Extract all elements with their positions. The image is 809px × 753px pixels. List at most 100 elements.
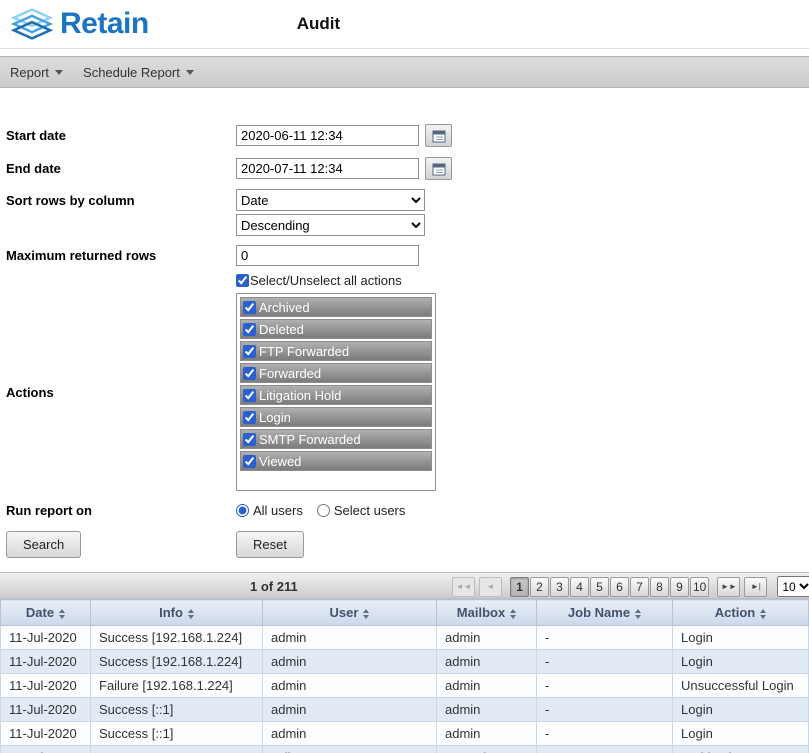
actions-label: Actions xyxy=(6,385,236,400)
cell-user: admin xyxy=(263,722,437,746)
start-date-calendar-button[interactable] xyxy=(425,124,452,147)
page-button-3[interactable]: 3 xyxy=(550,577,569,597)
search-button[interactable]: Search xyxy=(6,531,81,558)
sort-icon xyxy=(510,609,516,619)
page-button-5[interactable]: 5 xyxy=(590,577,609,597)
page-button-4[interactable]: 4 xyxy=(570,577,589,597)
cell-job-name: - xyxy=(537,674,673,698)
cell-date: 11-Jul-2020 xyxy=(1,626,91,650)
table-row[interactable]: 11-Jul-2020 Success [192.168.1.224] admi… xyxy=(1,626,809,650)
page-title: Audit xyxy=(297,14,340,34)
column-header-user[interactable]: User xyxy=(263,600,437,626)
select-users-label: Select users xyxy=(334,503,406,518)
cell-action: Login xyxy=(673,722,809,746)
select-all-actions-checkbox[interactable] xyxy=(236,274,249,287)
cell-mailbox: admin xyxy=(437,650,537,674)
action-item-deleted[interactable]: Deleted xyxy=(240,319,432,339)
page-button-10[interactable]: 10 xyxy=(690,577,709,597)
retain-diamond-icon xyxy=(10,7,54,41)
table-row[interactable]: 11-Jul-2020 Success [::1] admin admin - … xyxy=(1,698,809,722)
cell-user: admin xyxy=(263,674,437,698)
action-item-litigation-hold[interactable]: Litigation Hold xyxy=(240,385,432,405)
column-header-info[interactable]: Info xyxy=(91,600,263,626)
action-checkbox[interactable] xyxy=(243,301,256,314)
run-report-row: Run report on All users Select users xyxy=(6,503,809,518)
column-header-mailbox[interactable]: Mailbox xyxy=(437,600,537,626)
column-header-date[interactable]: Date xyxy=(1,600,91,626)
cell-user: collector xyxy=(263,746,437,753)
first-page-button[interactable]: ◄◄ xyxy=(452,577,475,597)
action-checkbox[interactable] xyxy=(243,345,256,358)
page-button-9[interactable]: 9 xyxy=(670,577,689,597)
action-checkbox[interactable] xyxy=(243,323,256,336)
menu-item-schedule-report-label: Schedule Report xyxy=(83,65,180,80)
end-date-input[interactable] xyxy=(236,158,419,179)
start-date-row: Start date xyxy=(6,124,809,147)
rows-per-page-select[interactable]: 10 xyxy=(777,576,809,597)
select-all-actions-label: Select/Unselect all actions xyxy=(250,273,402,288)
action-item-ftp-forwarded[interactable]: FTP Forwarded xyxy=(240,341,432,361)
action-checkbox[interactable] xyxy=(243,389,256,402)
page-button-2[interactable]: 2 xyxy=(530,577,549,597)
start-date-input[interactable] xyxy=(236,125,419,146)
all-users-option[interactable]: All users xyxy=(236,503,303,518)
column-header-job-name[interactable]: Job Name xyxy=(537,600,673,626)
table-row[interactable]: 11-Jul-2020 Success [192.168.1.224] admi… xyxy=(1,650,809,674)
start-date-label: Start date xyxy=(6,128,236,143)
reset-button[interactable]: Reset xyxy=(236,531,304,558)
cell-user: admin xyxy=(263,626,437,650)
actions-listbox[interactable]: Archived Deleted FTP Forwarded Forwarded… xyxy=(236,293,436,491)
page-button-7[interactable]: 7 xyxy=(630,577,649,597)
max-rows-input[interactable] xyxy=(236,245,419,266)
audit-report-form: Start date End date xyxy=(0,88,809,558)
audit-table: Date Info User Mailbox Job Name Action 1… xyxy=(0,599,809,753)
cell-job-name xyxy=(537,746,673,753)
action-item-login[interactable]: Login xyxy=(240,407,432,427)
table-row[interactable]: 11-Jul-2020 Success [::1] admin admin - … xyxy=(1,722,809,746)
select-users-radio[interactable] xyxy=(317,504,330,517)
sort-icon xyxy=(635,609,641,619)
column-header-action[interactable]: Action xyxy=(673,600,809,626)
max-rows-row: Maximum returned rows xyxy=(6,245,809,266)
last-page-button[interactable]: ►| xyxy=(744,577,767,597)
select-users-option[interactable]: Select users xyxy=(317,503,406,518)
end-date-calendar-button[interactable] xyxy=(425,157,452,180)
cell-mailbox: admin xyxy=(437,674,537,698)
page-button-8[interactable]: 8 xyxy=(650,577,669,597)
action-item-forwarded[interactable]: Forwarded xyxy=(240,363,432,383)
cell-user: admin xyxy=(263,698,437,722)
app-header: Retain Audit xyxy=(0,0,809,49)
sort-direction-select[interactable]: Descending xyxy=(236,214,425,236)
next-page-button[interactable]: ►► xyxy=(717,577,740,597)
page-button-6[interactable]: 6 xyxy=(610,577,629,597)
cell-info: Message ID = 35201 xyxy=(91,746,263,753)
cell-job-name: - xyxy=(537,698,673,722)
run-report-label: Run report on xyxy=(6,503,236,518)
action-item-archived[interactable]: Archived xyxy=(240,297,432,317)
sort-icon xyxy=(363,609,369,619)
action-checkbox[interactable] xyxy=(243,411,256,424)
sort-direction-row: Descending xyxy=(6,214,809,236)
action-item-viewed[interactable]: Viewed xyxy=(240,451,432,471)
cell-action: Login xyxy=(673,698,809,722)
page-button-1[interactable]: 1 xyxy=(510,577,529,597)
prev-page-button[interactable]: ◄ xyxy=(479,577,502,597)
action-checkbox[interactable] xyxy=(243,367,256,380)
table-row[interactable]: 11-Jul-2020 Message ID = 35201 collector… xyxy=(1,746,809,753)
all-users-radio[interactable] xyxy=(236,504,249,517)
menu-item-schedule-report[interactable]: Schedule Report xyxy=(83,65,194,80)
cell-info: Failure [192.168.1.224] xyxy=(91,674,263,698)
action-checkbox[interactable] xyxy=(243,433,256,446)
action-checkbox[interactable] xyxy=(243,455,256,468)
menu-item-report[interactable]: Report xyxy=(10,65,63,80)
cell-date: 11-Jul-2020 xyxy=(1,746,91,753)
end-date-row: End date xyxy=(6,157,809,180)
cell-mailbox: admin xyxy=(437,626,537,650)
action-item-smtp-forwarded[interactable]: SMTP Forwarded xyxy=(240,429,432,449)
table-row[interactable]: 11-Jul-2020 Failure [192.168.1.224] admi… xyxy=(1,674,809,698)
select-all-actions-option[interactable]: Select/Unselect all actions xyxy=(236,273,402,288)
max-rows-label: Maximum returned rows xyxy=(6,248,236,263)
all-users-label: All users xyxy=(253,503,303,518)
page-buttons: 1 2 3 4 5 6 7 8 9 10 xyxy=(510,577,709,597)
sort-column-select[interactable]: Date xyxy=(236,189,425,211)
